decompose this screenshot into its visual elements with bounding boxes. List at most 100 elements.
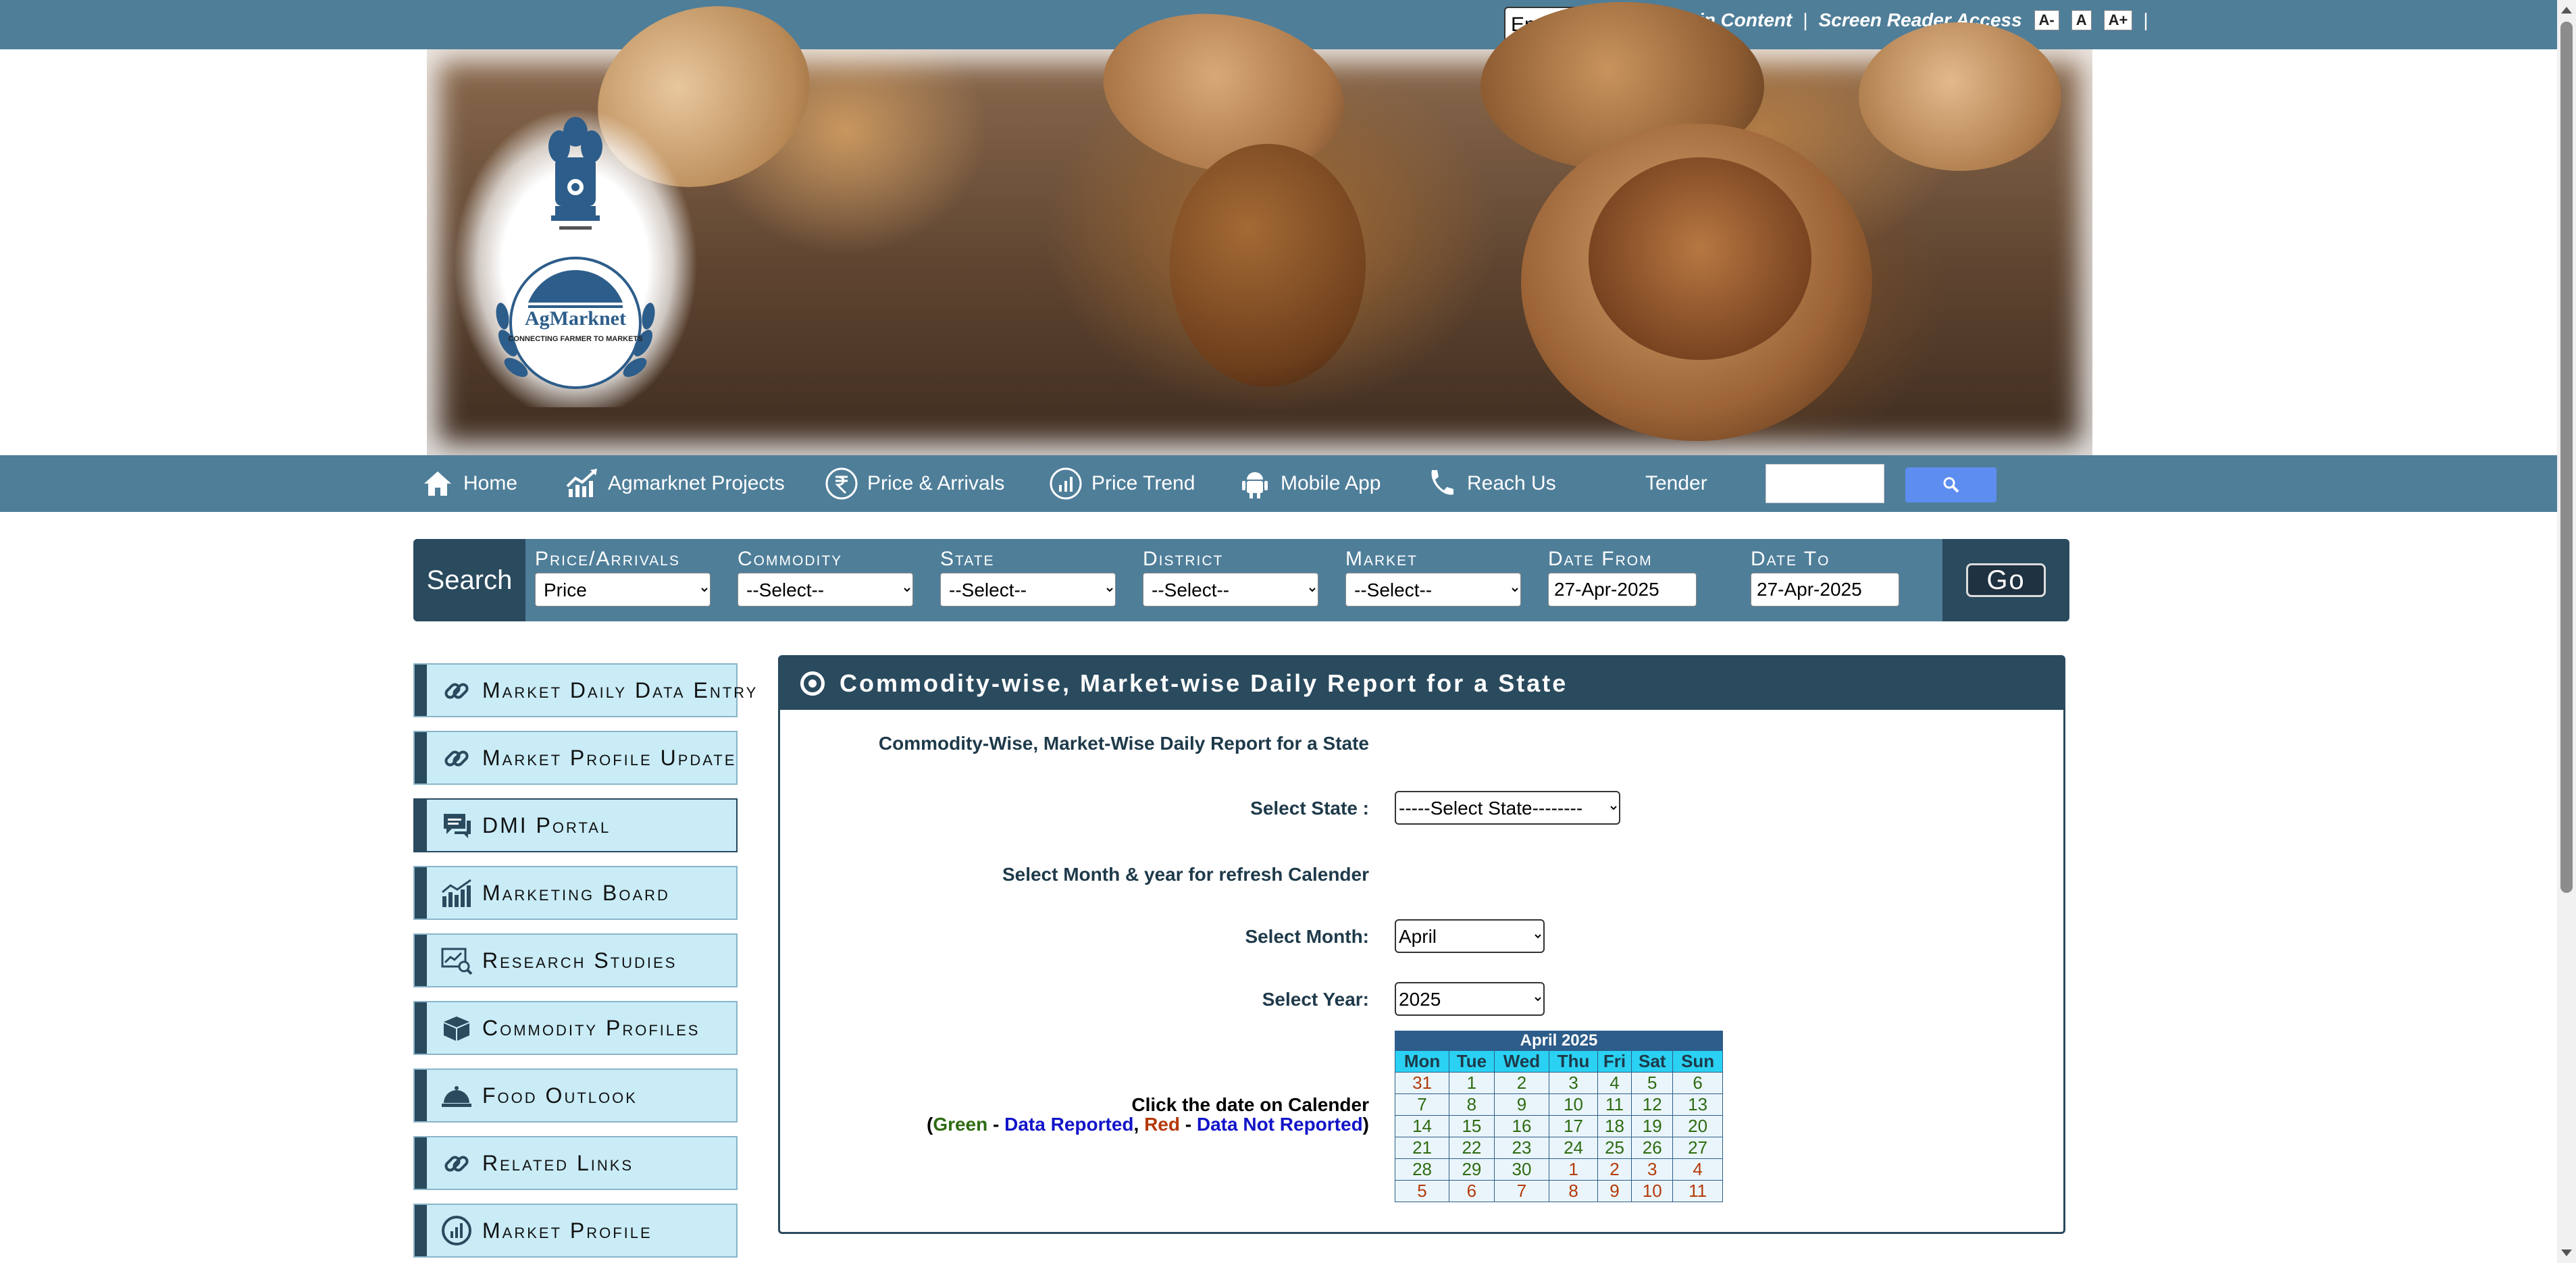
rupee-icon bbox=[825, 467, 858, 500]
market-select[interactable]: --Select-- bbox=[1345, 573, 1521, 607]
calendar-day[interactable]: 10 bbox=[1549, 1093, 1598, 1116]
sidebar-item-related-links[interactable]: Related Links bbox=[413, 1136, 738, 1190]
calendar-day[interactable]: 21 bbox=[1394, 1137, 1450, 1159]
calendar-day[interactable]: 30 bbox=[1493, 1158, 1550, 1181]
calendar-weekday: Wed bbox=[1493, 1050, 1550, 1073]
calendar-day[interactable]: 31 bbox=[1394, 1072, 1450, 1094]
link-icon bbox=[436, 671, 477, 709]
calendar-day[interactable]: 25 bbox=[1597, 1137, 1632, 1159]
go-button[interactable]: Go bbox=[1966, 563, 2046, 597]
sidebar-item-market-daily-data-entry[interactable]: Market Daily Data Entry bbox=[413, 663, 756, 717]
calendar-day[interactable]: 3 bbox=[1549, 1072, 1598, 1094]
field-label: Commodity bbox=[738, 548, 843, 570]
nav-label: Price Trend bbox=[1091, 472, 1195, 494]
report-subtitle: Commodity-Wise, Market-Wise Daily Report… bbox=[878, 733, 1369, 754]
font-normal-button[interactable]: A bbox=[2071, 10, 2092, 30]
date-to-field: Date To bbox=[1751, 546, 1926, 607]
report-state-select[interactable]: -----Select State-------- bbox=[1395, 791, 1620, 825]
legend-not-reported: Data Not Reported bbox=[1196, 1114, 1363, 1135]
field-label: Date From bbox=[1548, 548, 1653, 570]
sidebar-item-marketing-board[interactable]: Marketing Board bbox=[413, 866, 738, 920]
calendar-day[interactable]: 2 bbox=[1493, 1072, 1550, 1094]
nav-agmarknet-projects[interactable]: Agmarknet Projects bbox=[565, 455, 785, 512]
calendar-day[interactable]: 14 bbox=[1394, 1115, 1450, 1137]
sidebar-item-dmi-portal[interactable]: DMI Portal bbox=[413, 798, 738, 852]
calendar-day[interactable]: 4 bbox=[1672, 1158, 1723, 1181]
agmarknet-logo[interactable]: AgMarknet CONNECTING FARMER TO MARKETS bbox=[454, 90, 697, 407]
nav-tender[interactable]: Tender bbox=[1645, 455, 1707, 512]
calendar-day[interactable]: 1 bbox=[1449, 1072, 1495, 1094]
month-select[interactable]: April bbox=[1395, 919, 1545, 953]
sidebar-accent bbox=[415, 1070, 427, 1121]
calendar-day[interactable]: 11 bbox=[1672, 1180, 1723, 1202]
commodity-select[interactable]: --Select-- bbox=[738, 573, 913, 607]
sidebar-item-market-profile-update[interactable]: Market Profile Update bbox=[413, 731, 738, 785]
calendar-day[interactable]: 8 bbox=[1449, 1093, 1495, 1116]
nav-reach-us[interactable]: Reach Us bbox=[1424, 455, 1556, 512]
year-select[interactable]: 2025 bbox=[1395, 982, 1545, 1016]
nav-mobile-app[interactable]: Mobile App bbox=[1237, 455, 1381, 512]
sidebar-item-research-studies[interactable]: Research Studies bbox=[413, 933, 738, 987]
nav-label: Home bbox=[463, 472, 518, 494]
calendar-day[interactable]: 9 bbox=[1597, 1180, 1632, 1202]
scroll-thumb[interactable] bbox=[2560, 22, 2573, 893]
nav-home[interactable]: Home bbox=[420, 455, 517, 512]
calendar-day[interactable]: 15 bbox=[1449, 1115, 1495, 1137]
calendar-day[interactable]: 5 bbox=[1631, 1072, 1674, 1094]
calendar-day[interactable]: 2 bbox=[1597, 1158, 1632, 1181]
calendar-day[interactable]: 7 bbox=[1493, 1180, 1550, 1202]
calendar-weekday: Mon bbox=[1394, 1050, 1450, 1073]
site-search-input[interactable] bbox=[1766, 464, 1884, 503]
nav-label: Tender bbox=[1645, 472, 1707, 494]
calendar-day[interactable]: 28 bbox=[1394, 1158, 1450, 1181]
calendar-day[interactable]: 24 bbox=[1549, 1137, 1598, 1159]
calendar-day[interactable]: 8 bbox=[1549, 1180, 1598, 1202]
calendar-day[interactable]: 4 bbox=[1597, 1072, 1632, 1094]
calendar-day[interactable]: 18 bbox=[1597, 1115, 1632, 1137]
font-increase-button[interactable]: A+ bbox=[2103, 10, 2133, 30]
calendar-day[interactable]: 29 bbox=[1449, 1158, 1495, 1181]
calendar-day[interactable]: 5 bbox=[1394, 1180, 1450, 1202]
search-icon bbox=[1943, 477, 1959, 493]
calendar-day[interactable]: 13 bbox=[1672, 1093, 1723, 1116]
date-to-input[interactable] bbox=[1751, 573, 1899, 607]
sidebar-item-label: Related Links bbox=[482, 1150, 634, 1175]
calendar-day[interactable]: 11 bbox=[1597, 1093, 1632, 1116]
report-calendar: April 2025 Mon Tue Wed Thu Fri Sat Sun 31 1 2 3 4 5… bbox=[1394, 1031, 1723, 1202]
scroll-up-arrow-icon[interactable] bbox=[2561, 7, 2572, 14]
nav-price-arrivals[interactable]: Price & Arrivals bbox=[824, 455, 1004, 512]
page-scrollbar[interactable] bbox=[2557, 0, 2576, 1263]
calendar-day[interactable]: 20 bbox=[1672, 1115, 1723, 1137]
sidebar-item-commodity-profiles[interactable]: Commodity Profiles bbox=[413, 1001, 738, 1055]
calendar-day[interactable]: 6 bbox=[1672, 1072, 1723, 1094]
calendar-day[interactable]: 19 bbox=[1631, 1115, 1674, 1137]
sidebar-item-label: DMI Portal bbox=[482, 813, 611, 837]
calendar-day[interactable]: 22 bbox=[1449, 1137, 1495, 1159]
state-select[interactable]: --Select-- bbox=[940, 573, 1116, 607]
calendar-day[interactable]: 1 bbox=[1549, 1158, 1598, 1181]
calendar-day[interactable]: 10 bbox=[1631, 1180, 1674, 1202]
font-decrease-button[interactable]: A- bbox=[2034, 10, 2059, 30]
refresh-calendar-label: Select Month & year for refresh Calender bbox=[1002, 864, 1369, 885]
calendar-day[interactable]: 7 bbox=[1394, 1093, 1450, 1116]
price-arrivals-select[interactable]: Price bbox=[535, 573, 711, 607]
site-search-button[interactable] bbox=[1905, 467, 1997, 502]
calendar-day[interactable]: 3 bbox=[1631, 1158, 1674, 1181]
calendar-day[interactable]: 23 bbox=[1493, 1137, 1550, 1159]
scroll-down-arrow-icon[interactable] bbox=[2561, 1249, 2572, 1256]
nav-label: Reach Us bbox=[1467, 472, 1556, 494]
calendar-day[interactable]: 26 bbox=[1631, 1137, 1674, 1159]
nav-price-trend[interactable]: Price Trend bbox=[1048, 455, 1195, 512]
date-from-input[interactable] bbox=[1548, 573, 1697, 607]
calendar-day[interactable]: 17 bbox=[1549, 1115, 1598, 1137]
sidebar-item-food-outlook[interactable]: Food Outlook bbox=[413, 1068, 738, 1123]
calendar-day[interactable]: 9 bbox=[1493, 1093, 1550, 1116]
calendar-day[interactable]: 6 bbox=[1449, 1180, 1495, 1202]
calendar-day[interactable]: 12 bbox=[1631, 1093, 1674, 1116]
calendar-day[interactable]: 27 bbox=[1672, 1137, 1723, 1159]
field-label: Price/Arrivals bbox=[535, 548, 680, 570]
calendar-day[interactable]: 16 bbox=[1493, 1115, 1550, 1137]
calendar-weekday: Tue bbox=[1449, 1050, 1495, 1073]
district-select[interactable]: --Select-- bbox=[1143, 573, 1318, 607]
sidebar-item-market-profile[interactable]: Market Profile bbox=[413, 1204, 738, 1258]
